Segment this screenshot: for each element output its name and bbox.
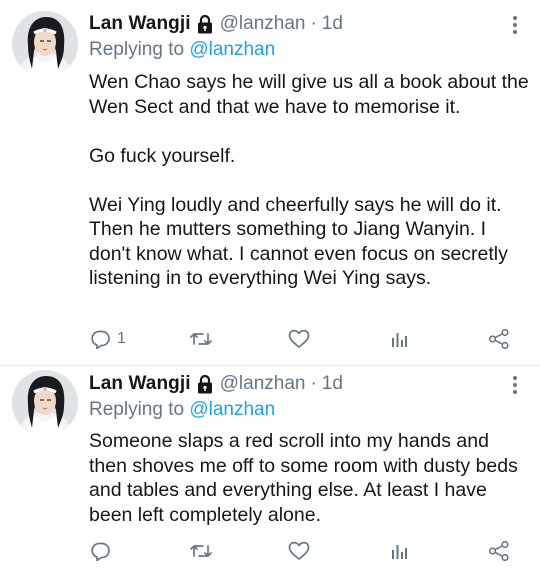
tweet-header: Lan Wangji @lanzhan · 1d bbox=[89, 372, 343, 396]
tweet-paragraph: Wei Ying loudly and cheerfully says he w… bbox=[89, 193, 508, 290]
avatar-image bbox=[12, 370, 78, 436]
heart-icon bbox=[288, 541, 310, 560]
reply-count: 1 bbox=[117, 330, 126, 347]
separator: · bbox=[310, 373, 317, 394]
tweet[interactable]: Lan Wangji @lanzhan · 1d Replying to @la… bbox=[0, 0, 540, 365]
author-name[interactable]: Lan Wangji bbox=[89, 13, 191, 35]
timestamp[interactable]: 1d bbox=[322, 13, 343, 35]
share-button[interactable] bbox=[488, 325, 510, 353]
tweet-text: Wen Chao says he will give us all a book… bbox=[89, 70, 529, 291]
separator: · bbox=[310, 13, 317, 34]
replying-to-label: Replying to bbox=[89, 399, 185, 420]
reply-icon bbox=[91, 542, 110, 561]
share-button[interactable] bbox=[488, 537, 510, 565]
tweet-paragraph: Wen Chao says he will give us all a book… bbox=[89, 71, 529, 118]
action-bar: 1 bbox=[0, 325, 540, 353]
mention-link[interactable]: @lanzhan bbox=[189, 39, 275, 60]
heart-icon bbox=[288, 329, 310, 348]
author-name[interactable]: Lan Wangji bbox=[89, 373, 191, 395]
replying-to-label: Replying to bbox=[89, 39, 185, 60]
tweet-paragraph: Go fuck yourself. bbox=[89, 144, 236, 167]
tweet-paragraph: Someone slaps a red scroll into my hands… bbox=[89, 430, 518, 526]
reply-icon bbox=[91, 330, 110, 349]
retweet-icon bbox=[190, 545, 212, 557]
tweet-header: Lan Wangji @lanzhan · 1d bbox=[89, 12, 343, 36]
share-icon bbox=[488, 541, 509, 561]
like-button[interactable] bbox=[288, 325, 310, 353]
action-bar bbox=[0, 537, 540, 565]
analytics-button[interactable] bbox=[389, 325, 409, 353]
more-vertical-icon[interactable] bbox=[510, 373, 520, 397]
mention-link[interactable]: @lanzhan bbox=[189, 399, 275, 420]
analytics-button[interactable] bbox=[389, 537, 409, 565]
author-handle[interactable]: @lanzhan bbox=[220, 13, 306, 35]
retweet-icon bbox=[190, 333, 212, 345]
share-icon bbox=[488, 329, 509, 349]
lock-icon bbox=[197, 14, 213, 34]
avatar[interactable] bbox=[12, 370, 78, 436]
author-handle[interactable]: @lanzhan bbox=[220, 373, 306, 395]
tweet[interactable]: Lan Wangji @lanzhan · 1d Replying to @la… bbox=[0, 366, 540, 568]
lock-icon bbox=[197, 374, 213, 394]
analytics-icon bbox=[392, 545, 407, 559]
avatar-image bbox=[12, 11, 78, 77]
replying-to: Replying to @lanzhan bbox=[89, 399, 275, 421]
timestamp[interactable]: 1d bbox=[322, 373, 343, 395]
more-vertical-icon[interactable] bbox=[510, 13, 520, 37]
reply-button[interactable]: 1 bbox=[91, 325, 126, 353]
replying-to: Replying to @lanzhan bbox=[89, 39, 275, 61]
tweet-text: Someone slaps a red scroll into my hands… bbox=[89, 429, 529, 527]
retweet-button[interactable] bbox=[189, 537, 213, 565]
reply-button[interactable] bbox=[91, 537, 117, 565]
retweet-button[interactable] bbox=[189, 325, 213, 353]
analytics-icon bbox=[392, 333, 407, 347]
like-button[interactable] bbox=[288, 537, 310, 565]
avatar[interactable] bbox=[12, 11, 78, 77]
